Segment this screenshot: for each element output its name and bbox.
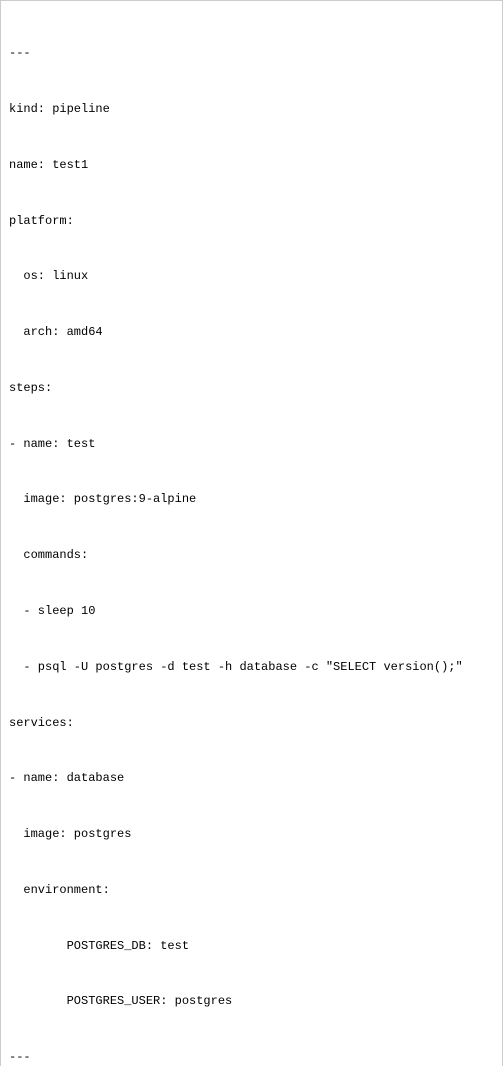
p1-step-image: image: postgres:9-alpine (9, 490, 494, 509)
p1-kind: kind: pipeline (9, 100, 494, 119)
p1-name: name: test1 (9, 156, 494, 175)
p1-commands: commands: (9, 546, 494, 565)
p1-cmd2: - psql -U postgres -d test -h database -… (9, 658, 494, 677)
p1-cmd1: - sleep 10 (9, 602, 494, 621)
p2-sep: --- (9, 1048, 494, 1066)
p1-svc-env: environment: (9, 881, 494, 900)
p1-arch: arch: amd64 (9, 323, 494, 342)
p1-platform: platform: (9, 212, 494, 231)
p1-sep: --- (9, 44, 494, 63)
code-container: --- kind: pipeline name: test1 platform:… (0, 0, 503, 1066)
code-content: --- kind: pipeline name: test1 platform:… (9, 7, 494, 1066)
p1-services: services: (9, 714, 494, 733)
p1-svc-image: image: postgres (9, 825, 494, 844)
p1-steps: steps: (9, 379, 494, 398)
p1-svc-name: - name: database (9, 769, 494, 788)
p1-env1: POSTGRES_DB: test (9, 937, 494, 956)
p1-step-name: - name: test (9, 435, 494, 454)
p1-os: os: linux (9, 267, 494, 286)
p1-env2: POSTGRES_USER: postgres (9, 992, 494, 1011)
